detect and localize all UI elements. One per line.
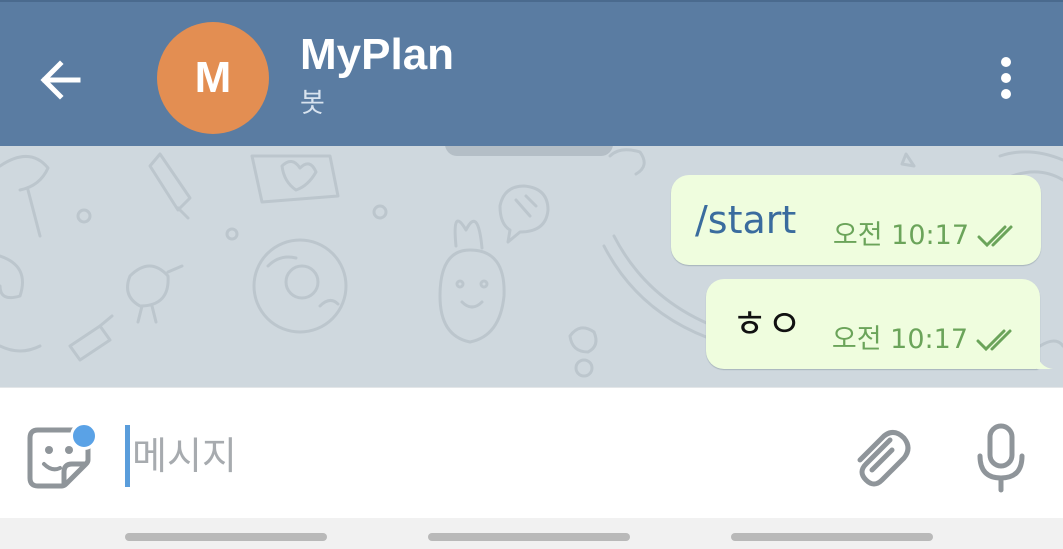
nav-back-handle[interactable] [731,533,933,541]
more-vertical-icon-dot [1001,73,1011,83]
message-list[interactable]: /start 오전 10:17 ㅎㅇ 오전 10:17 [0,146,1063,387]
chat-header: M MyPlan 봇 [0,0,1063,146]
message-time: 오전 10:17 [831,324,968,355]
arrow-left-icon [40,60,81,100]
attach-button[interactable] [846,424,914,492]
message-text: ㅎㅇ [732,302,802,346]
avatar[interactable]: M [157,22,269,134]
message-text: /start [695,198,797,242]
nav-home-handle[interactable] [428,533,630,541]
message-meta: 오전 10:17 [833,219,1023,253]
message-input[interactable] [124,424,804,488]
chat-subtitle: 봇 [300,88,325,119]
system-navigation-bar [0,518,1063,549]
avatar-initial: M [194,53,232,102]
back-button[interactable] [28,48,92,112]
paperclip-icon [857,430,911,487]
nav-recents-handle[interactable] [125,533,327,541]
date-pill [445,146,613,156]
message-composer [0,387,1063,518]
chat-title[interactable]: MyPlan [300,28,454,82]
voice-record-button[interactable] [968,422,1034,494]
bubble-tail [1037,353,1053,369]
message-time: 오전 10:17 [832,220,969,251]
notification-badge [70,422,98,450]
message-bubble-outgoing[interactable]: ㅎㅇ 오전 10:17 [706,279,1053,369]
more-options-button[interactable] [984,48,1028,108]
message-meta: 오전 10:17 [832,323,1022,357]
message-bubble-outgoing[interactable]: /start 오전 10:17 [671,175,1041,265]
telegram-chat-screen: M MyPlan 봇 /start 오전 10:17 ㅎㅇ 오전 10:17 메… [0,0,1063,549]
more-vertical-icon [1001,57,1011,67]
double-check-icon [976,329,1012,352]
microphone-icon [977,423,1025,493]
double-check-icon [977,225,1013,248]
more-vertical-icon-dot [1001,89,1011,99]
